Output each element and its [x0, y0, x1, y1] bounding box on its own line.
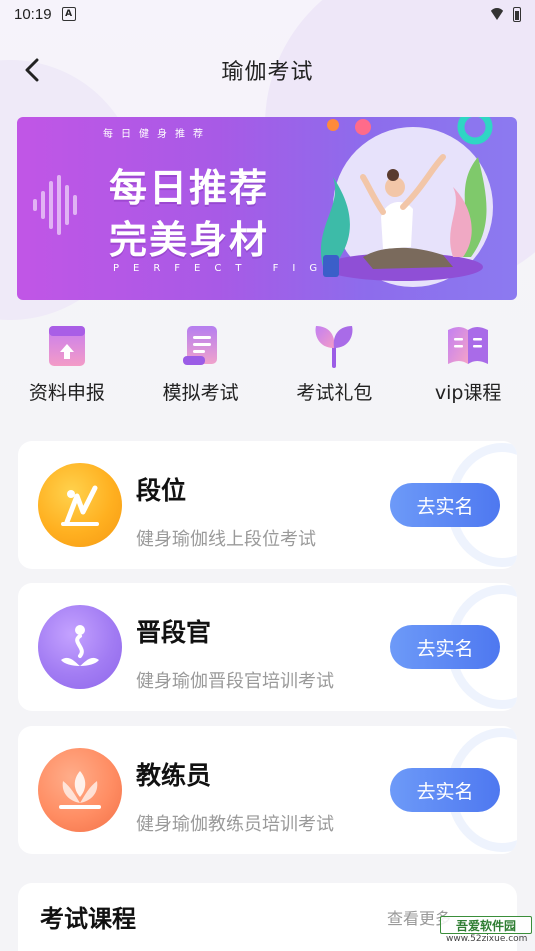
quick-item-label: vip课程 [434, 382, 502, 404]
banner-headline-2: 完美身材 [109, 218, 270, 262]
site-watermark: 吾爱软件园 www.52zixue.com [420, 896, 532, 948]
quick-entry-row: 资料申报 模拟考试 考试礼包 vip课程 [0, 322, 535, 412]
quick-item-exam-gift[interactable]: 考试礼包 [268, 322, 402, 412]
verify-button[interactable]: 去实名 [390, 483, 500, 527]
yoga-pose-icon [61, 485, 99, 526]
verify-button[interactable]: 去实名 [390, 768, 500, 812]
promotion-officer-icon [38, 605, 122, 689]
coach-icon [38, 748, 122, 832]
document-upload-icon [48, 326, 85, 366]
exam-card-coach[interactable]: 教练员 健身瑜伽教练员培训考试 去实名 [18, 726, 517, 854]
lotus-meditation-icon [59, 771, 101, 809]
exam-card-promotion-officer[interactable]: 晋段官 健身瑜伽晋段官培训考试 去实名 [18, 583, 517, 711]
lotus-figure-icon [61, 625, 99, 666]
yoga-illustration [320, 117, 493, 287]
section-heading: 考试课程 [40, 905, 136, 933]
status-time: 10:19 [14, 5, 52, 23]
scroll-icon [182, 326, 217, 365]
back-button[interactable] [18, 56, 46, 84]
battery-icon [513, 6, 521, 22]
wifi-icon [489, 8, 505, 20]
page-title: 瑜伽考试 [221, 60, 314, 85]
status-bar: 10:19 A [0, 0, 535, 28]
sound-wave-icon [33, 175, 77, 235]
exam-card-rank[interactable]: 段位 健身瑜伽线上段位考试 去实名 [18, 441, 517, 569]
chevron-left-icon [25, 58, 39, 82]
notification-icon: A [61, 7, 76, 21]
card-description: 健身瑜伽教练员培训考试 [136, 814, 334, 835]
verify-button[interactable]: 去实名 [390, 625, 500, 669]
book-icon [448, 327, 489, 364]
quick-item-label: 资料申报 [28, 382, 105, 404]
watermark-label: 吾爱软件园 [440, 916, 532, 934]
quick-item-vip-course[interactable]: vip课程 [401, 322, 535, 412]
card-description: 健身瑜伽线上段位考试 [136, 529, 316, 550]
sprout-icon [315, 326, 353, 368]
card-title: 晋段官 [136, 618, 212, 647]
quick-item-label: 考试礼包 [296, 382, 373, 404]
card-title: 段位 [136, 476, 187, 505]
nav-bar: 瑜伽考试 [0, 44, 535, 96]
card-title: 教练员 [136, 761, 212, 790]
banner-headline-1: 每日推荐 [109, 166, 270, 210]
card-description: 健身瑜伽晋段官培训考试 [136, 671, 334, 692]
watermark-url: www.52zixue.com [446, 934, 528, 944]
rank-icon [38, 463, 122, 547]
quick-item-document-report[interactable]: 资料申报 [0, 322, 134, 412]
banner-small-text: 每日健身推荐 [103, 129, 211, 140]
promo-banner[interactable]: 每日健身推荐 每日推荐 完美身材 PERFECT FIGURE [17, 117, 517, 300]
quick-item-mock-exam[interactable]: 模拟考试 [134, 322, 268, 412]
quick-item-label: 模拟考试 [162, 382, 239, 404]
